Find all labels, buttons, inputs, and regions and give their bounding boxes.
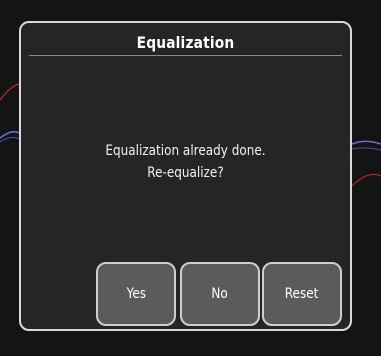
equalization-dialog: Equalization Equalization already done. … bbox=[19, 21, 352, 331]
yes-button[interactable]: Yes bbox=[96, 262, 176, 326]
title-divider bbox=[29, 55, 342, 56]
dialog-title: Equalization bbox=[136, 33, 235, 52]
message-line-1: Equalization already done. bbox=[105, 143, 266, 159]
dialog-message: Equalization already done. Re-equalize? bbox=[44, 140, 327, 184]
no-button-label: No bbox=[211, 286, 229, 302]
yes-button-label: Yes bbox=[126, 286, 146, 302]
equalization-screen: Equalization Equalization already done. … bbox=[0, 0, 381, 356]
message-line-2: Re-equalize? bbox=[147, 165, 224, 181]
no-button[interactable]: No bbox=[180, 262, 260, 326]
dialog-button-row: Yes No Reset bbox=[96, 262, 344, 326]
reset-button[interactable]: Reset bbox=[262, 262, 342, 326]
reset-button-label: Reset bbox=[285, 286, 319, 302]
